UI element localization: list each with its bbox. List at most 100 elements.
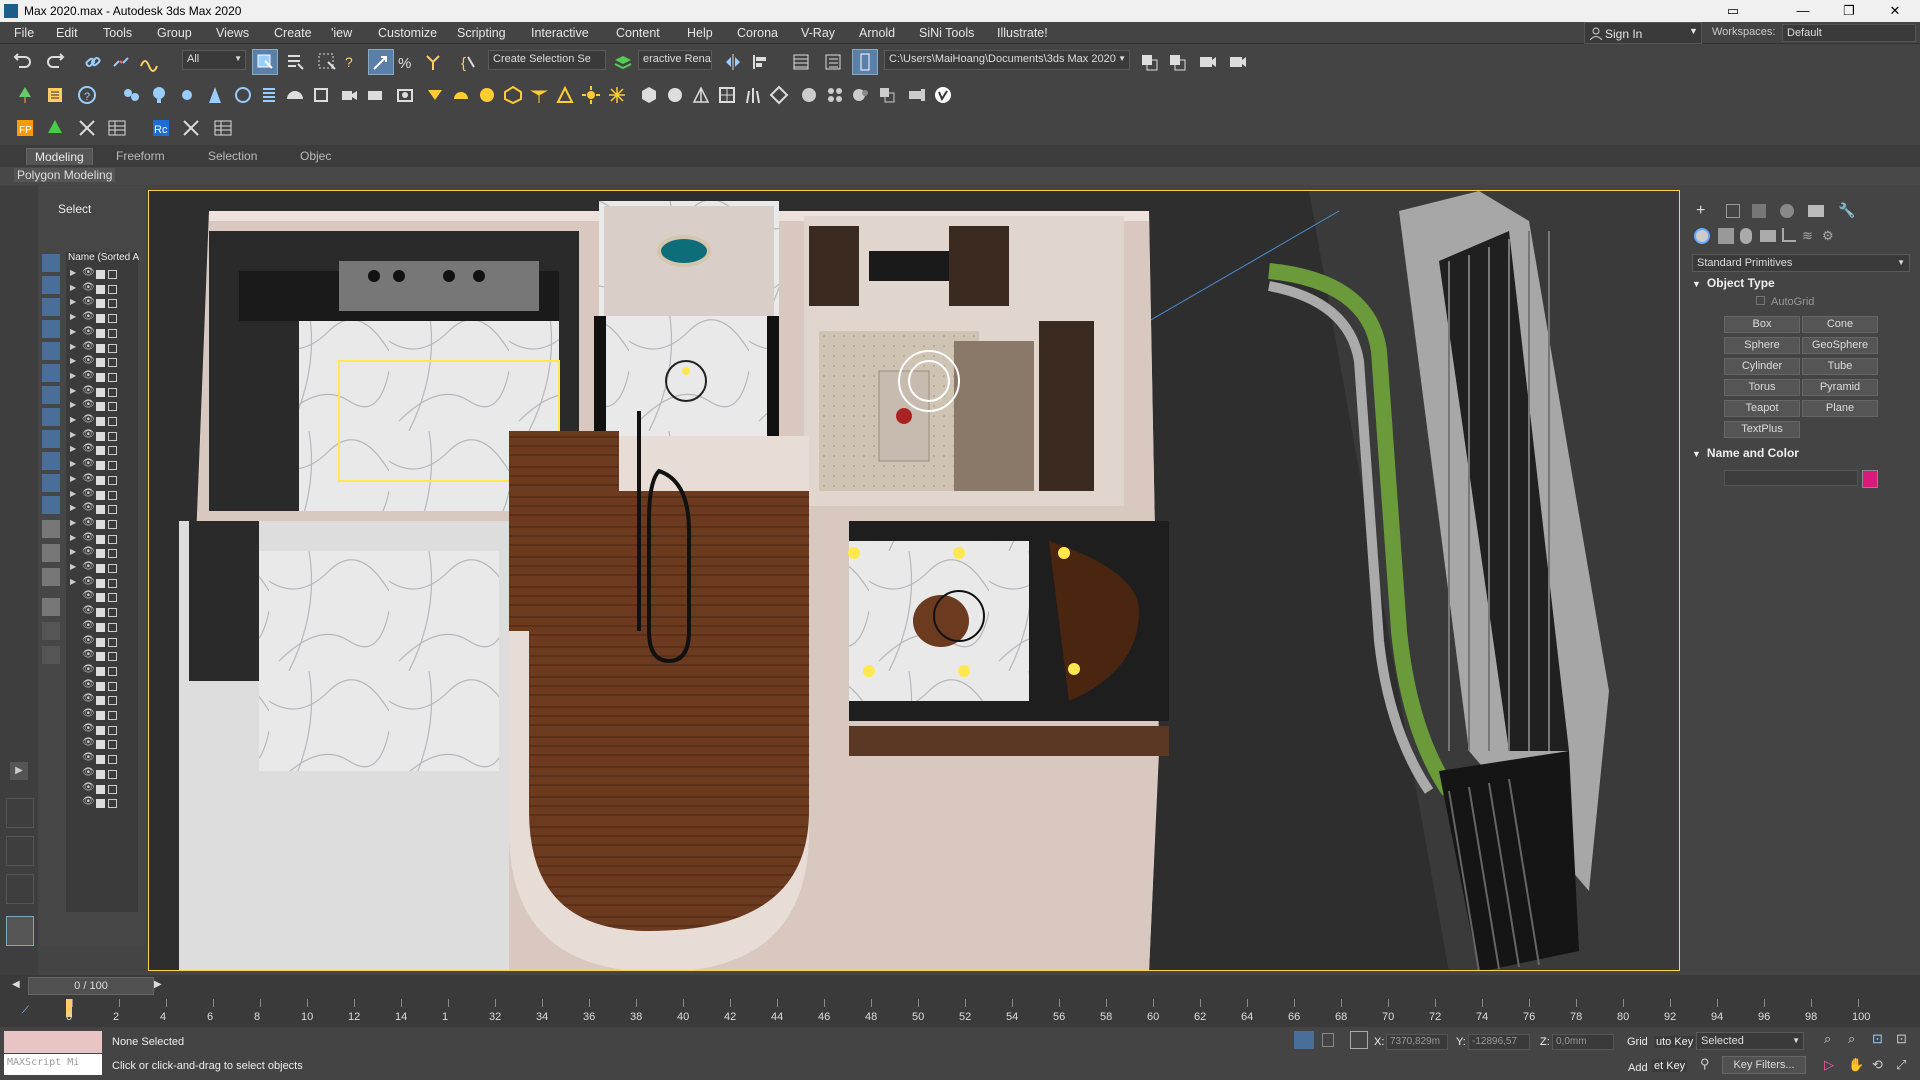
display-frozen-icon[interactable]	[42, 496, 60, 514]
material-editor-icon[interactable]	[822, 82, 848, 108]
menu-interactive[interactable]: Interactive	[531, 26, 589, 40]
multi-camera-icon[interactable]	[392, 82, 418, 108]
menu-create[interactable]: Create	[274, 26, 312, 40]
maximize-button[interactable]: ❐	[1826, 0, 1872, 22]
freeze-icon[interactable]	[108, 696, 117, 706]
geosphere-button[interactable]: GeoSphere	[1802, 337, 1878, 354]
corona-light-icon[interactable]	[422, 82, 448, 108]
scene-object-row[interactable]: 👁	[70, 737, 136, 752]
selection-filter-select[interactable]: All ▼	[182, 50, 246, 70]
render-icon[interactable]	[1224, 49, 1250, 75]
eye-icon[interactable]: 👁	[82, 488, 95, 499]
freeze-icon[interactable]	[108, 711, 117, 720]
expand-icon[interactable]: ▶	[70, 489, 76, 498]
expand-icon[interactable]: ▶	[70, 474, 76, 483]
scene-object-row[interactable]: ▶ 👁	[70, 282, 136, 297]
menu-views[interactable]: Views	[216, 26, 249, 40]
menu-file[interactable]: File	[14, 26, 34, 40]
isolate-selection-icon[interactable]	[1294, 1031, 1314, 1049]
zoom-extents-icon[interactable]: ⊡	[1872, 1031, 1883, 1047]
eye-icon[interactable]: 👁	[82, 355, 95, 366]
scene-object-row[interactable]: 👁	[70, 782, 136, 797]
vray-sun-icon[interactable]	[578, 82, 604, 108]
teapot-button[interactable]: Teapot	[1724, 400, 1800, 417]
scene-object-row[interactable]: 👁	[70, 693, 136, 708]
sun-light-icon[interactable]	[174, 82, 200, 108]
lights-category-icon[interactable]	[1740, 228, 1752, 244]
scene-object-row[interactable]: ▶ 👁	[70, 355, 136, 370]
freeze-icon[interactable]	[108, 343, 117, 353]
set-key-button[interactable]: et Key	[1652, 1060, 1688, 1072]
menu-help[interactable]: Help	[687, 26, 713, 40]
prev-frame-icon[interactable]: ◀	[12, 979, 20, 990]
freeze-icon[interactable]	[108, 387, 117, 397]
eye-icon[interactable]: 👁	[82, 473, 95, 484]
menu-modifiers[interactable]: 'iew	[331, 26, 352, 40]
cone-button[interactable]: Cone	[1802, 316, 1878, 333]
workspace-select[interactable]: Default	[1782, 24, 1916, 42]
eye-icon[interactable]: 👁	[82, 576, 95, 587]
geometry-icon[interactable]	[1694, 228, 1710, 244]
scene-object-row[interactable]: ▶ 👁	[70, 502, 136, 517]
freeze-icon[interactable]	[108, 372, 117, 382]
eye-icon[interactable]: 👁	[82, 282, 95, 293]
create-selection-set-select[interactable]: Create Selection Se	[488, 50, 606, 70]
display-spacewarps-icon[interactable]	[42, 386, 60, 404]
freeze-icon[interactable]	[108, 549, 117, 559]
display-hidden-icon[interactable]	[42, 520, 60, 538]
freeze-icon[interactable]	[108, 578, 117, 588]
display-helpers-icon[interactable]	[42, 364, 60, 382]
maxscript-input[interactable]: MAXScript Mi	[4, 1054, 102, 1075]
scene-object-row[interactable]: ▶ 👁	[70, 370, 136, 385]
link-icon[interactable]	[80, 49, 106, 75]
freeze-icon[interactable]	[108, 446, 117, 456]
unlink-icon[interactable]	[108, 49, 134, 75]
vray-render-icon[interactable]	[930, 82, 956, 108]
object-name-field[interactable]	[1724, 470, 1858, 486]
scene-object-row[interactable]: ▶ 👁	[70, 399, 136, 414]
eye-icon[interactable]: 👁	[82, 370, 95, 381]
curve-editor-icon[interactable]: ⟋	[22, 1005, 29, 1016]
eye-icon[interactable]: 👁	[82, 723, 95, 734]
project-path-select[interactable]: C:\Users\MaiHoang\Documents\3ds Max 2020…	[884, 50, 1130, 70]
freeze-icon[interactable]	[108, 490, 117, 500]
eye-icon[interactable]: 👁	[82, 311, 95, 322]
close-button[interactable]: ✕	[1872, 0, 1918, 22]
set-keys-icon[interactable]: ⚲	[1700, 1056, 1718, 1074]
eye-icon[interactable]: 👁	[82, 532, 95, 543]
freeze-icon[interactable]	[108, 799, 117, 809]
freeze-icon[interactable]	[108, 534, 117, 544]
freeze-icon[interactable]	[108, 402, 117, 412]
scene-object-row[interactable]: ▶ 👁	[70, 267, 136, 282]
menu-corona[interactable]: Corona	[737, 26, 778, 40]
corona-proxy-icon[interactable]	[500, 82, 526, 108]
pyramid-button[interactable]: Pyramid	[1802, 379, 1878, 396]
time-slider-thumb[interactable]: 0 / 100	[28, 977, 154, 995]
minimize-button[interactable]: —	[1780, 0, 1826, 22]
freeze-icon[interactable]	[108, 784, 117, 794]
next-frame-icon[interactable]: ▶	[154, 979, 162, 990]
menu-edit[interactable]: Edit	[56, 26, 78, 40]
freeze-icon[interactable]	[108, 475, 117, 485]
box-object-icon[interactable]	[308, 82, 334, 108]
list-view-icon[interactable]	[256, 82, 282, 108]
primitive-category-select[interactable]: Standard Primitives ▼	[1692, 254, 1910, 272]
scene-object-row[interactable]: ▶ 👁	[70, 561, 136, 576]
scene-object-row[interactable]: ▶ 👁	[70, 385, 136, 400]
eye-icon[interactable]: 👁	[82, 399, 95, 410]
scene-object-row[interactable]: ▶ 👁	[70, 326, 136, 341]
freeze-icon[interactable]	[108, 637, 117, 647]
freeze-icon[interactable]	[108, 314, 117, 324]
freeze-icon[interactable]	[108, 431, 117, 441]
eye-icon[interactable]: 👁	[82, 796, 95, 807]
expand-icon[interactable]: ▶	[70, 297, 76, 306]
ribbon-toggle-icon[interactable]	[852, 49, 878, 75]
scene-object-row[interactable]: 👁	[70, 708, 136, 723]
x-coordinate-field[interactable]: 7370,829m	[1386, 1034, 1448, 1050]
scene-object-row[interactable]: ▶ 👁	[70, 546, 136, 561]
tab-freeform[interactable]: Freeform	[108, 148, 173, 164]
eye-icon[interactable]: 👁	[82, 517, 95, 528]
name-and-color-rollout[interactable]: ▼ Name and Color	[1692, 446, 1910, 464]
freeze-icon[interactable]	[108, 328, 117, 338]
eye-icon[interactable]: 👁	[82, 782, 95, 793]
